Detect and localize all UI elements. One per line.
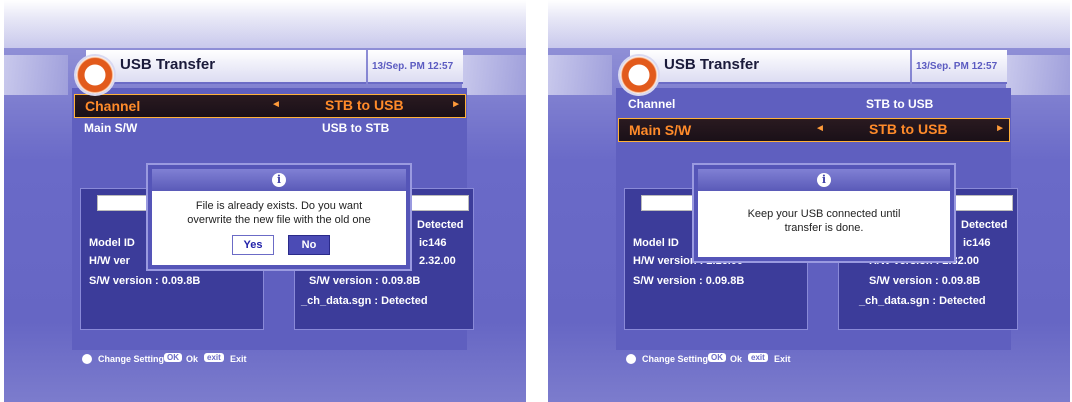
triangle-left-icon[interactable]: ◄ xyxy=(815,123,825,134)
dialog-message: File is already exists. Do you want over… xyxy=(152,199,406,227)
menu-item-label: Main S/W xyxy=(84,121,138,135)
side-band-left xyxy=(548,55,612,95)
model-id-value: ic146 xyxy=(419,237,447,249)
info-icon: i xyxy=(272,173,286,187)
sw-version-value: S/W version : 0.09.8B xyxy=(309,275,421,287)
info-header-bar xyxy=(949,195,1013,211)
exit-key-icon: exit xyxy=(204,353,224,362)
ch-data-status: _ch_data.sgn : Detected xyxy=(301,295,428,307)
model-id-label: Model ID xyxy=(633,237,679,249)
refresh-circle-icon xyxy=(76,56,114,94)
menu-item-channel[interactable]: Channel ◄ STB to USB ► xyxy=(74,94,466,118)
model-id-label: Model ID xyxy=(89,237,135,249)
detected-label: Detected xyxy=(417,219,464,231)
dialog-line-1: File is already exists. Do you want xyxy=(195,200,363,212)
sw-version-value: S/W version : 0.09.8B xyxy=(869,275,981,287)
sw-version-label: S/W version : 0.09.8B xyxy=(633,275,745,287)
info-header-bar xyxy=(405,195,469,211)
exit-key-icon: exit xyxy=(748,353,768,362)
dialog-line-2: overwrite the new file with the old one xyxy=(187,214,371,226)
sw-version-label: S/W version : 0.09.8B xyxy=(89,275,201,287)
menu-item-label: Channel xyxy=(628,97,676,111)
dialog-header: i xyxy=(152,169,406,191)
footer-change-setting: Change Setting xyxy=(98,354,165,364)
menu-item-main-sw[interactable]: Main S/W ◄ STB to USB ► xyxy=(618,118,1010,142)
hw-version-value: 2.32.00 xyxy=(419,255,456,267)
menu-item-channel[interactable]: Channel STB to USB xyxy=(618,94,1008,116)
header: USB Transfer 13/Sep. PM 12:57 xyxy=(612,50,1007,94)
refresh-circle-icon xyxy=(620,56,658,94)
dialog-message: Keep your USB connected until transfer i… xyxy=(698,207,950,235)
top-band xyxy=(548,0,1070,48)
page-title: USB Transfer xyxy=(664,56,760,73)
side-band-right xyxy=(1006,55,1070,95)
header: USB Transfer 13/Sep. PM 12:57 xyxy=(68,50,463,94)
screen-left: USB Transfer 13/Sep. PM 12:57 Channel ◄ … xyxy=(4,0,526,402)
top-band xyxy=(4,0,526,48)
menu-item-label: Channel xyxy=(85,98,141,114)
footer-ok: Ok xyxy=(730,354,743,364)
footer-ok: Ok xyxy=(186,354,199,364)
ok-key-icon: OK xyxy=(164,353,182,362)
dialog-line-2: transfer is done. xyxy=(784,222,864,234)
menu-item-value: STB to USB xyxy=(866,97,934,111)
yes-button[interactable]: Yes xyxy=(232,235,274,255)
detected-label: Detected xyxy=(961,219,1008,231)
footer-exit: Exit xyxy=(230,354,247,364)
clock: 13/Sep. PM 12:57 xyxy=(372,61,454,72)
clock: 13/Sep. PM 12:57 xyxy=(916,61,998,72)
info-icon: i xyxy=(817,173,831,187)
screen-right: USB Transfer 13/Sep. PM 12:57 Channel ST… xyxy=(548,0,1070,402)
hw-version-label: H/W ver xyxy=(89,255,130,267)
menu-item-label: Main S/W xyxy=(629,122,692,138)
triangle-left-icon[interactable]: ◄ xyxy=(271,99,281,110)
no-button[interactable]: No xyxy=(288,235,330,255)
message-dialog: i Keep your USB connected until transfer… xyxy=(694,165,954,261)
triangle-right-icon[interactable]: ► xyxy=(995,123,1005,134)
menu-item-main-sw[interactable]: Main S/W USB to STB xyxy=(74,118,464,140)
menu-item-value: USB to STB xyxy=(322,121,390,135)
menu-item-value: STB to USB xyxy=(869,121,948,137)
footer-change-setting: Change Setting xyxy=(642,354,709,364)
side-band-left xyxy=(4,55,68,95)
confirm-dialog: i File is already exists. Do you want ov… xyxy=(148,165,410,269)
navigation-icon xyxy=(82,354,92,364)
model-id-value: ic146 xyxy=(963,237,991,249)
triangle-right-icon[interactable]: ► xyxy=(451,99,461,110)
footer-exit: Exit xyxy=(774,354,791,364)
footer-help: Change Setting OK Ok exit Exit xyxy=(4,346,526,374)
page-title: USB Transfer xyxy=(120,56,216,73)
navigation-icon xyxy=(626,354,636,364)
dialog-header: i xyxy=(698,169,950,191)
dialog-line-1: Keep your USB connected until xyxy=(747,208,901,220)
ch-data-status: _ch_data.sgn : Detected xyxy=(859,295,986,307)
side-band-right xyxy=(462,55,526,95)
ok-key-icon: OK xyxy=(708,353,726,362)
footer-help: Change Setting OK Ok exit Exit xyxy=(548,346,1070,374)
menu-item-value: STB to USB xyxy=(325,97,404,113)
